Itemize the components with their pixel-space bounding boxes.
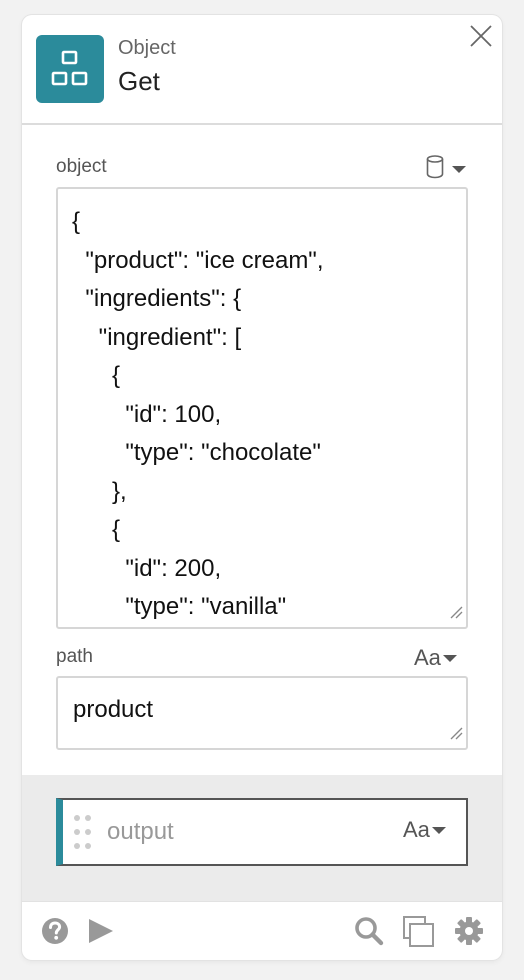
output-section: output Aa	[22, 775, 502, 901]
settings-icon[interactable]	[454, 916, 484, 946]
object-field-label: object	[56, 156, 107, 177]
resize-handle-icon[interactable]	[449, 605, 463, 624]
path-field-label: path	[56, 646, 93, 667]
object-json-value: { "product": "ice cream", "ingredients":…	[72, 208, 324, 620]
drag-handle-icon[interactable]	[73, 812, 93, 852]
resize-handle-icon[interactable]	[449, 726, 463, 745]
card-header: Object Get	[22, 15, 502, 125]
path-value: product	[73, 696, 154, 723]
output-type-dropdown[interactable]: Aa	[403, 816, 446, 844]
output-placeholder: output	[107, 818, 174, 845]
help-icon[interactable]	[41, 916, 71, 946]
copy-icon[interactable]	[402, 916, 434, 947]
chevron-down-icon	[452, 166, 466, 173]
path-type-dropdown[interactable]: Aa	[414, 644, 457, 672]
node-title: Get	[118, 66, 160, 96]
text-type-label: Aa	[414, 645, 441, 671]
chevron-down-icon	[442, 654, 457, 662]
object-get-card: Object Get object { "product": "ice crea…	[22, 15, 502, 960]
object-icon	[36, 35, 104, 103]
node-category: Object	[118, 37, 176, 59]
output-field[interactable]: output Aa	[56, 798, 468, 866]
chevron-down-icon	[431, 826, 446, 834]
card-footer	[22, 901, 502, 960]
run-icon[interactable]	[86, 916, 116, 946]
database-icon	[426, 155, 444, 184]
path-input[interactable]: product	[56, 676, 468, 750]
search-icon[interactable]	[354, 916, 384, 946]
close-icon[interactable]	[468, 23, 494, 49]
object-type-dropdown[interactable]	[424, 154, 470, 182]
object-input[interactable]: { "product": "ice cream", "ingredients":…	[56, 187, 468, 629]
text-type-label: Aa	[403, 817, 430, 843]
